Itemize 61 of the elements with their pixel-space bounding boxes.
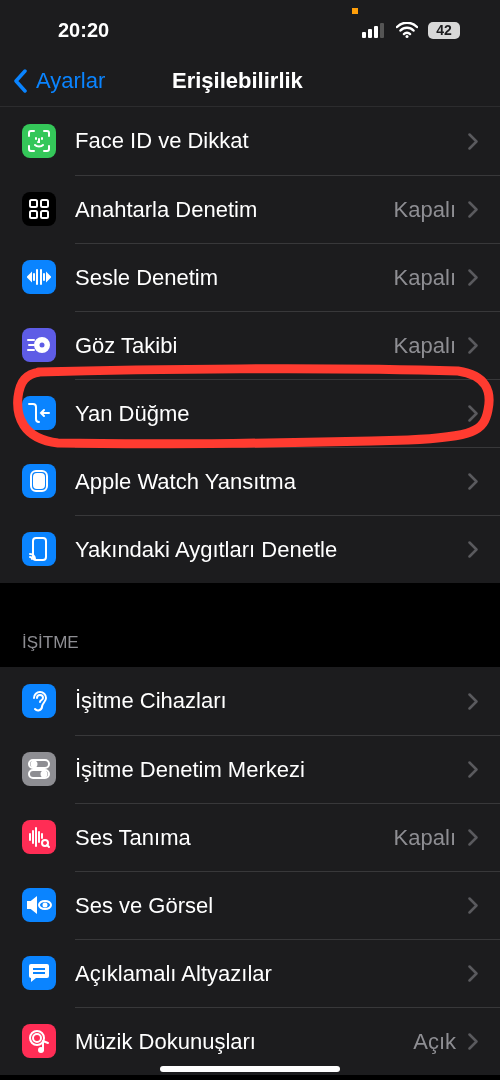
- signal-icon: [362, 22, 386, 38]
- side-button-icon: [27, 402, 51, 424]
- settings-row[interactable]: Ses ve Görsel: [0, 871, 500, 939]
- chevron-icon: [468, 541, 478, 558]
- row-value: Kapalı: [393, 264, 456, 291]
- row-label: Yakındaki Aygıtları Denetle: [75, 536, 339, 563]
- row-value: Açık: [413, 1028, 456, 1055]
- row-label: Face ID ve Dikkat: [75, 128, 250, 154]
- row-label: Sesle Denetim: [75, 264, 220, 291]
- row-label: Yan Düğme: [75, 400, 191, 427]
- row-value: Kapalı: [393, 824, 456, 851]
- chevron-icon: [468, 132, 478, 150]
- settings-row[interactable]: Açıklamalı Altyazılar: [0, 939, 500, 1007]
- chevron-left-icon: [14, 69, 28, 93]
- chevron-icon: [468, 692, 478, 710]
- chevron-icon: [468, 897, 478, 914]
- row-value: Kapalı: [393, 196, 456, 223]
- status-time: 20:20: [58, 18, 110, 42]
- settings-row[interactable]: Anahtarla Denetim Kapalı: [0, 175, 500, 243]
- chevron-icon: [468, 761, 478, 778]
- chevron-icon: [468, 405, 478, 422]
- chevron-icon: [468, 337, 478, 354]
- caption-bubble-icon: [27, 962, 51, 984]
- settings-row[interactable]: Apple Watch Yansıtma: [0, 447, 500, 515]
- settings-row[interactable]: Göz Takibi Kapalı: [0, 311, 500, 379]
- chevron-icon: [468, 1033, 478, 1050]
- toggles-icon: [27, 758, 51, 780]
- settings-row[interactable]: Ses Tanıma Kapalı: [0, 803, 500, 871]
- row-value: Kapalı: [393, 332, 456, 359]
- chevron-icon: [468, 473, 478, 490]
- back-button[interactable]: Ayarlar: [14, 68, 106, 94]
- settings-row[interactable]: Face ID ve Dikkat: [0, 107, 500, 175]
- settings-row[interactable]: Yan Düğme: [0, 379, 500, 447]
- page-title: Erişilebilirlik: [172, 68, 303, 94]
- settings-row[interactable]: Sesle Denetim Kapalı: [0, 243, 500, 311]
- settings-row[interactable]: Yakındaki Aygıtları Denetle: [0, 515, 500, 583]
- row-label: Apple Watch Yansıtma: [75, 468, 297, 495]
- row-label: Açıklamalı Altyazılar: [75, 960, 273, 987]
- phone-icon: [28, 536, 50, 562]
- settings-row[interactable]: İşitme Cihazları: [0, 667, 500, 735]
- chevron-icon: [468, 829, 478, 846]
- row-label: Göz Takibi: [75, 332, 179, 359]
- battery-indicator: 42: [428, 21, 460, 39]
- row-label: Müzik Dokunuşları: [75, 1028, 257, 1055]
- grid-icon: [28, 198, 50, 220]
- chevron-icon: [468, 965, 478, 982]
- privacy-indicator-icon: [352, 8, 358, 14]
- speaker-eye-icon: [26, 895, 52, 915]
- row-label: Ses ve Görsel: [75, 892, 215, 919]
- wifi-icon: [396, 22, 418, 38]
- row-label: Ses Tanıma: [75, 824, 192, 851]
- row-label: Anahtarla Denetim: [75, 196, 259, 223]
- waveform-icon: [27, 267, 51, 287]
- settings-row[interactable]: İşitme Denetim Merkezi: [0, 735, 500, 803]
- row-label: İşitme Denetim Merkezi: [75, 756, 306, 783]
- chevron-icon: [468, 201, 478, 218]
- chevron-icon: [468, 269, 478, 286]
- section-header: İŞİTME: [21, 632, 80, 654]
- row-label: İşitme Cihazları: [75, 688, 228, 714]
- eye-tracking-icon: [27, 334, 51, 356]
- watch-icon: [28, 469, 50, 493]
